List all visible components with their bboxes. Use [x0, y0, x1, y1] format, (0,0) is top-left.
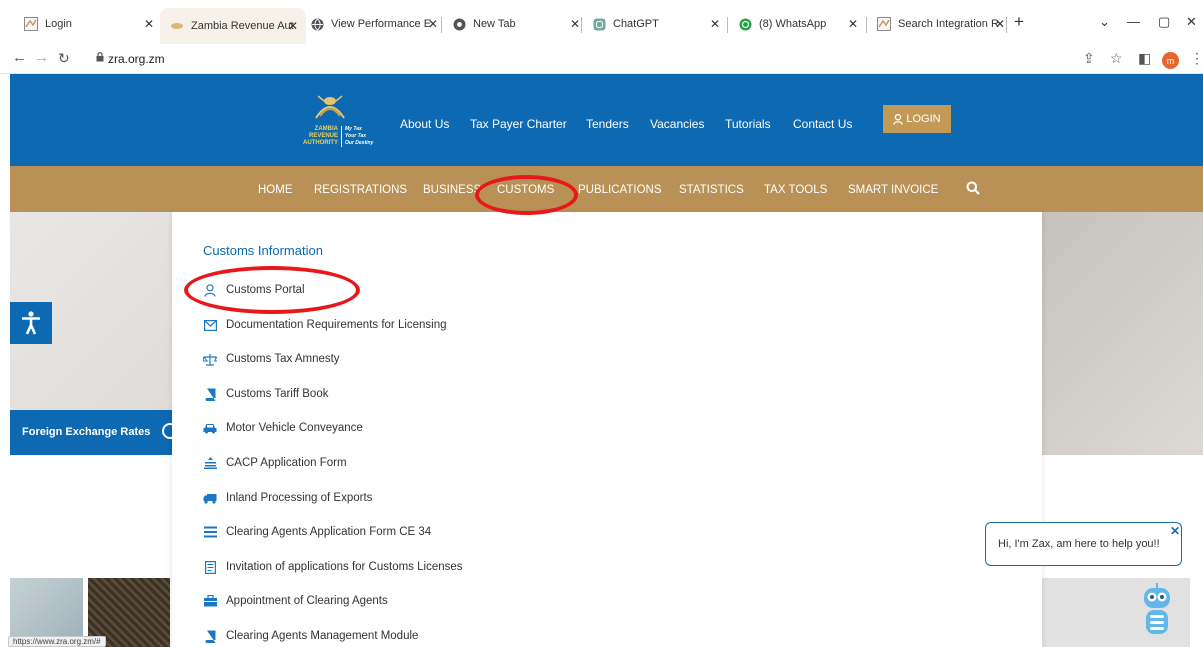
- nav-publications[interactable]: PUBLICATIONS: [578, 184, 662, 196]
- side-panel-icon[interactable]: ◧: [1138, 50, 1151, 67]
- foreign-exchange-bar[interactable]: Foreign Exchange Rates: [10, 410, 178, 455]
- envelope-icon: [203, 318, 217, 332]
- chrome-icon: [452, 17, 466, 31]
- tab-search-chevron-icon[interactable]: ⌄: [1099, 14, 1110, 30]
- menu-item-inland-processing-exports[interactable]: Inland Processing of Exports: [203, 488, 372, 508]
- accessibility-button[interactable]: [10, 302, 52, 344]
- menu-item-clearing-agents-management[interactable]: Clearing Agents Management Module: [203, 626, 418, 646]
- close-tab-icon[interactable]: ✕: [570, 17, 580, 31]
- nav-home[interactable]: HOME: [258, 184, 293, 196]
- tab-view-performance[interactable]: View Performance E ✕: [300, 10, 446, 38]
- minimize-icon[interactable]: —: [1127, 14, 1140, 29]
- contact-us-link[interactable]: Contact Us: [793, 117, 852, 131]
- customs-highlight-annotation: [475, 175, 578, 215]
- bookmark-star-icon[interactable]: ☆: [1110, 50, 1123, 67]
- nav-tax-tools[interactable]: TAX TOOLS: [764, 184, 827, 196]
- more-menu-icon[interactable]: ⋮: [1190, 50, 1203, 67]
- close-tab-icon[interactable]: ✕: [144, 17, 154, 31]
- foreign-exchange-label: Foreign Exchange Rates: [22, 426, 151, 438]
- menu-item-documentation-requirements[interactable]: Documentation Requirements for Licensing: [203, 315, 447, 335]
- close-tab-icon[interactable]: ✕: [995, 17, 1005, 31]
- tenders-link[interactable]: Tenders: [586, 117, 629, 131]
- address-bar: ← → ↻ zra.org.zm ⇪ ☆ ◧ m ⋮: [0, 44, 1203, 74]
- tab-zambia-revenue[interactable]: Zambia Revenue Aut ✕: [160, 8, 306, 44]
- forward-arrow-icon[interactable]: →: [34, 49, 49, 66]
- about-us-link[interactable]: About Us: [400, 117, 449, 131]
- search-icon[interactable]: [966, 181, 980, 195]
- maximize-icon[interactable]: ▢: [1158, 14, 1170, 30]
- whatsapp-icon: [738, 17, 752, 31]
- tutorials-link[interactable]: Tutorials: [725, 117, 771, 131]
- profile-avatar[interactable]: m: [1162, 52, 1179, 69]
- close-window-icon[interactable]: ✕: [1186, 14, 1197, 30]
- chat-message: Hi, I'm Zax, am here to help you!!: [998, 538, 1160, 550]
- lock-icon[interactable]: [96, 52, 104, 65]
- customs-portal-highlight-annotation: [184, 266, 360, 314]
- zra-favicon-icon: [170, 19, 184, 33]
- zra-crest-icon: [315, 95, 345, 119]
- share-icon[interactable]: ⇪: [1083, 50, 1095, 67]
- list-icon: [203, 525, 217, 539]
- menu-item-motor-vehicle-conveyance[interactable]: Motor Vehicle Conveyance: [203, 418, 363, 438]
- main-nav: HOME REGISTRATIONS BUSINESS CUSTOMS PUBL…: [10, 166, 1203, 212]
- back-arrow-icon[interactable]: ←: [12, 49, 27, 66]
- menu-item-customs-tariff-book[interactable]: Customs Tariff Book: [203, 384, 328, 404]
- chat-close-icon[interactable]: ✕: [1170, 524, 1180, 538]
- zra-favicon-icon: [24, 17, 38, 31]
- user-icon: [893, 113, 904, 125]
- zra-favicon-icon: [877, 17, 891, 31]
- menu-item-cacp-application-form[interactable]: CACP Application Form: [203, 453, 347, 473]
- chat-bubble[interactable]: Hi, I'm Zax, am here to help you!!: [985, 522, 1182, 566]
- logo-slogan: My Tax Your Tax Our Destiny: [341, 126, 391, 147]
- browser-tab-bar: Login ✕ Zambia Revenue Aut ✕ View Perfor…: [0, 0, 1203, 44]
- status-url: https://www.zra.org.zm/#: [8, 636, 106, 647]
- scale-icon: [203, 352, 217, 366]
- globe-icon: [310, 17, 324, 31]
- briefcase-icon: [203, 594, 217, 608]
- nav-smart-invoice[interactable]: SMART INVOICE: [848, 184, 938, 196]
- menu-item-invitation-customs-licenses[interactable]: Invitation of applications for Customs L…: [203, 557, 463, 577]
- car-icon: [203, 421, 217, 435]
- logo-name: ZAMBIA REVENUE AUTHORITY: [303, 126, 338, 146]
- site-header: ZAMBIA REVENUE AUTHORITY My Tax Your Tax…: [10, 74, 1203, 166]
- truck-icon: [203, 491, 217, 505]
- nav-business[interactable]: BUSINESS: [423, 184, 481, 196]
- tab-new-tab[interactable]: New Tab ✕: [442, 10, 588, 38]
- form-icon: [203, 456, 217, 470]
- chatbot-avatar-icon[interactable]: [1140, 580, 1174, 640]
- reload-icon[interactable]: ↻: [58, 50, 70, 67]
- book-icon: [203, 629, 217, 643]
- menu-item-clearing-agents-form-ce34[interactable]: Clearing Agents Application Form CE 34: [203, 522, 431, 542]
- tax-payer-charter-link[interactable]: Tax Payer Charter: [470, 117, 567, 131]
- document-icon: [203, 560, 217, 574]
- menu-item-customs-tax-amnesty[interactable]: Customs Tax Amnesty: [203, 349, 340, 369]
- accessibility-icon: [22, 311, 40, 335]
- new-tab-plus-icon[interactable]: +: [1014, 12, 1024, 32]
- vacancies-link[interactable]: Vacancies: [650, 117, 704, 131]
- chatgpt-icon: [592, 17, 606, 31]
- close-tab-icon[interactable]: ✕: [428, 17, 438, 31]
- menu-item-appointment-clearing-agents[interactable]: Appointment of Clearing Agents: [203, 591, 388, 611]
- login-button[interactable]: LOGIN: [883, 105, 951, 133]
- close-tab-icon[interactable]: ✕: [710, 17, 720, 31]
- tab-chatgpt[interactable]: ChatGPT ✕: [582, 10, 728, 38]
- url-field[interactable]: zra.org.zm: [108, 52, 165, 66]
- close-tab-icon[interactable]: ✕: [288, 19, 298, 33]
- zra-logo[interactable]: ZAMBIA REVENUE AUTHORITY My Tax Your Tax…: [282, 92, 392, 152]
- tab-separator: [1006, 17, 1007, 33]
- nav-statistics[interactable]: STATISTICS: [679, 184, 744, 196]
- dropdown-title: Customs Information: [203, 243, 323, 258]
- close-tab-icon[interactable]: ✕: [848, 17, 858, 31]
- nav-registrations[interactable]: REGISTRATIONS: [314, 184, 407, 196]
- book-icon: [203, 387, 217, 401]
- tab-whatsapp[interactable]: (8) WhatsApp ✕: [728, 10, 866, 38]
- tab-login[interactable]: Login ✕: [14, 10, 162, 38]
- tab-search-integration[interactable]: Search Integration R ✕: [867, 10, 1013, 38]
